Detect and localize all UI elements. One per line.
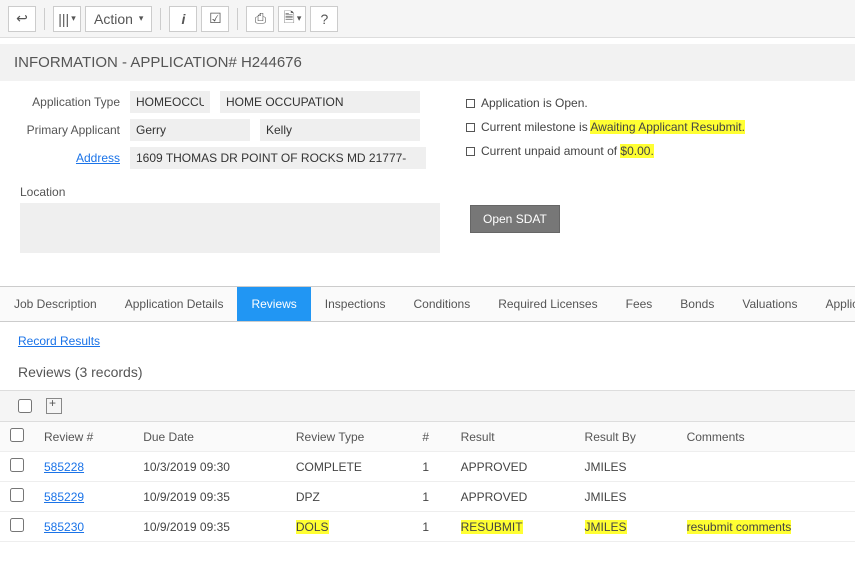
help-icon: ? xyxy=(321,11,329,27)
col-header[interactable]: Comments xyxy=(677,422,855,452)
select-all-toolbar-checkbox[interactable] xyxy=(18,399,32,413)
print-button[interactable]: ⎙ xyxy=(246,6,274,32)
cell: DPZ xyxy=(286,482,413,512)
cell: APPROVED xyxy=(451,452,575,482)
col-header[interactable]: Due Date xyxy=(133,422,286,452)
row-checkbox[interactable] xyxy=(10,458,24,472)
chevron-down-icon: ▾ xyxy=(71,13,76,24)
review-link[interactable]: 585230 xyxy=(44,520,84,534)
cell: JMILES xyxy=(575,482,677,512)
reviews-title: Reviews (3 records) xyxy=(0,360,855,390)
tab-valuations[interactable]: Valuations xyxy=(728,287,811,321)
primary-applicant-label: Primary Applicant xyxy=(20,123,120,137)
cell: 1 xyxy=(412,512,450,542)
action-button[interactable]: Action ▾ xyxy=(85,6,152,32)
info-button[interactable]: i xyxy=(169,6,197,32)
reviews-grid: Review #Due DateReview Type#ResultResult… xyxy=(0,422,855,542)
app-type-label: Application Type xyxy=(20,95,120,109)
status-box-icon xyxy=(466,99,475,108)
row-checkbox[interactable] xyxy=(10,488,24,502)
col-header[interactable]: Result xyxy=(451,422,575,452)
tab-required-licenses[interactable]: Required Licenses xyxy=(484,287,611,321)
table-row: 585229 10/9/2019 09:35DPZ1APPROVEDJMILES xyxy=(0,482,855,512)
cell: JMILES xyxy=(575,512,677,542)
tab-fees[interactable]: Fees xyxy=(612,287,667,321)
col-header[interactable]: Result By xyxy=(575,422,677,452)
select-all-checkbox[interactable] xyxy=(10,428,24,442)
status-open: Application is Open. xyxy=(481,96,588,110)
columns-icon: ||| xyxy=(58,11,69,27)
cell: 1 xyxy=(412,482,450,512)
page-title: INFORMATION - APPLICATION# H244676 xyxy=(0,44,855,81)
page-icon: 🗎 xyxy=(284,7,295,31)
primary-first-field[interactable] xyxy=(130,119,250,141)
status-unpaid-hl: $0.00. xyxy=(620,144,653,158)
tab-bonds[interactable]: Bonds xyxy=(666,287,728,321)
col-header[interactable]: # xyxy=(412,422,450,452)
location-field[interactable] xyxy=(20,203,440,253)
columns-button[interactable]: |||▾ xyxy=(53,6,81,32)
grid-toolbar xyxy=(0,390,855,422)
action-label: Action xyxy=(94,11,133,27)
page-button[interactable]: 🗎▾ xyxy=(278,6,306,32)
address-link[interactable]: Address xyxy=(20,151,120,165)
cell: JMILES xyxy=(575,452,677,482)
tabs-bar: Job DescriptionApplication DetailsReview… xyxy=(0,286,855,322)
cell: resubmit comments xyxy=(677,512,855,542)
add-record-icon[interactable] xyxy=(46,398,62,414)
app-type-desc-field[interactable] xyxy=(220,91,420,113)
toolbar-separator xyxy=(160,8,161,30)
chevron-down-icon: ▾ xyxy=(297,13,302,24)
status-box-icon xyxy=(466,147,475,156)
col-header[interactable]: Review Type xyxy=(286,422,413,452)
toolbar-separator xyxy=(237,8,238,30)
table-row: 585228 10/3/2019 09:30COMPLETE1APPROVEDJM… xyxy=(0,452,855,482)
status-unpaid-pre: Current unpaid amount of xyxy=(481,144,620,158)
col-header[interactable]: Review # xyxy=(34,422,133,452)
tab-job-description[interactable]: Job Description xyxy=(0,287,111,321)
record-results-link[interactable]: Record Results xyxy=(0,322,118,360)
tab-application-details[interactable]: Application Details xyxy=(111,287,238,321)
open-sdat-button[interactable]: Open SDAT xyxy=(470,205,560,233)
cell: DOLS xyxy=(286,512,413,542)
row-checkbox[interactable] xyxy=(10,518,24,532)
primary-last-field[interactable] xyxy=(260,119,420,141)
back-button[interactable]: ↩ xyxy=(8,6,36,32)
help-button[interactable]: ? xyxy=(310,6,338,32)
check-icon: ☑ xyxy=(209,10,222,27)
chevron-down-icon: ▾ xyxy=(139,13,144,24)
table-row: 585230 10/9/2019 09:35DOLS1RESUBMITJMILES… xyxy=(0,512,855,542)
print-icon: ⎙ xyxy=(255,10,266,27)
location-label: Location xyxy=(20,185,440,199)
status-list: Application is Open. Current milestone i… xyxy=(466,91,745,175)
info-icon: i xyxy=(182,11,186,27)
review-link[interactable]: 585228 xyxy=(44,460,84,474)
status-milestone-hl: Awaiting Applicant Resubmit. xyxy=(590,120,745,134)
cell: COMPLETE xyxy=(286,452,413,482)
cell: 10/3/2019 09:30 xyxy=(133,452,286,482)
cell: APPROVED xyxy=(451,482,575,512)
cell: 10/9/2019 09:35 xyxy=(133,512,286,542)
toolbar-separator xyxy=(44,8,45,30)
address-field[interactable] xyxy=(130,147,426,169)
tab-reviews[interactable]: Reviews xyxy=(237,287,310,321)
cell: 10/9/2019 09:35 xyxy=(133,482,286,512)
app-type-code-field[interactable] xyxy=(130,91,210,113)
review-link[interactable]: 585229 xyxy=(44,490,84,504)
cell: RESUBMIT xyxy=(451,512,575,542)
cell xyxy=(677,482,855,512)
info-section: Application Type Primary Applicant Addre… xyxy=(0,81,855,266)
tab-inspections[interactable]: Inspections xyxy=(311,287,400,321)
status-milestone-pre: Current milestone is xyxy=(481,120,590,134)
cell xyxy=(677,452,855,482)
status-box-icon xyxy=(466,123,475,132)
main-toolbar: ↩ |||▾ Action▾ i ☑ ⎙ 🗎▾ ? xyxy=(0,0,855,38)
check-button[interactable]: ☑ xyxy=(201,6,229,32)
cell: 1 xyxy=(412,452,450,482)
tab-applicants[interactable]: Applicants xyxy=(811,287,855,321)
back-arrow-icon: ↩ xyxy=(16,10,28,27)
tab-conditions[interactable]: Conditions xyxy=(400,287,485,321)
